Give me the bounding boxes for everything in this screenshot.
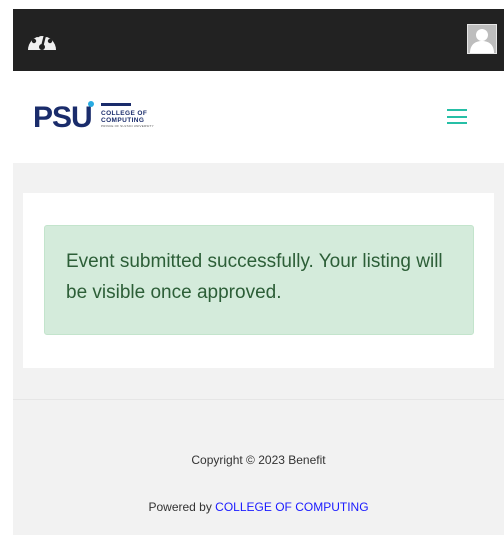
psu-wordmark: PSU <box>33 101 92 134</box>
logo-line1: COLLEGE OF <box>101 110 148 117</box>
menu-bar <box>447 122 467 124</box>
menu-bar <box>447 115 467 118</box>
footer-divider <box>13 399 504 400</box>
logo-line2: COMPUTING <box>101 117 145 124</box>
top-bar <box>13 9 504 71</box>
nav-bar: PSU COLLEGE OF COMPUTING PRINCE OF SULTA… <box>13 71 504 163</box>
user-silhouette-icon <box>470 29 494 53</box>
footer-copyright: Copyright © 2023 Benefit <box>191 453 326 467</box>
logo-text: COLLEGE OF COMPUTING PRINCE OF SULTAN UN… <box>101 110 154 129</box>
psu-logo-mark: PSU <box>33 101 94 134</box>
powered-by-link[interactable]: COLLEGE OF COMPUTING <box>215 500 368 514</box>
hamburger-menu-icon[interactable] <box>447 109 467 124</box>
page: PSU COLLEGE OF COMPUTING PRINCE OF SULTA… <box>13 9 504 535</box>
college-logo[interactable]: PSU COLLEGE OF COMPUTING PRINCE OF SULTA… <box>33 97 173 137</box>
success-alert: Event submitted successfully. Your listi… <box>44 225 474 335</box>
logo-rule <box>101 103 131 106</box>
user-avatar-icon[interactable] <box>467 24 497 54</box>
footer-powered-by: Powered by COLLEGE OF COMPUTING <box>13 500 504 514</box>
menu-bar <box>447 109 467 111</box>
content-card: Event submitted successfully. Your listi… <box>23 193 494 368</box>
tachometer-icon[interactable] <box>25 26 59 54</box>
logo-tagline: PRINCE OF SULTAN UNIVERSITY <box>101 124 154 128</box>
powered-by-label: Powered by <box>148 500 216 514</box>
